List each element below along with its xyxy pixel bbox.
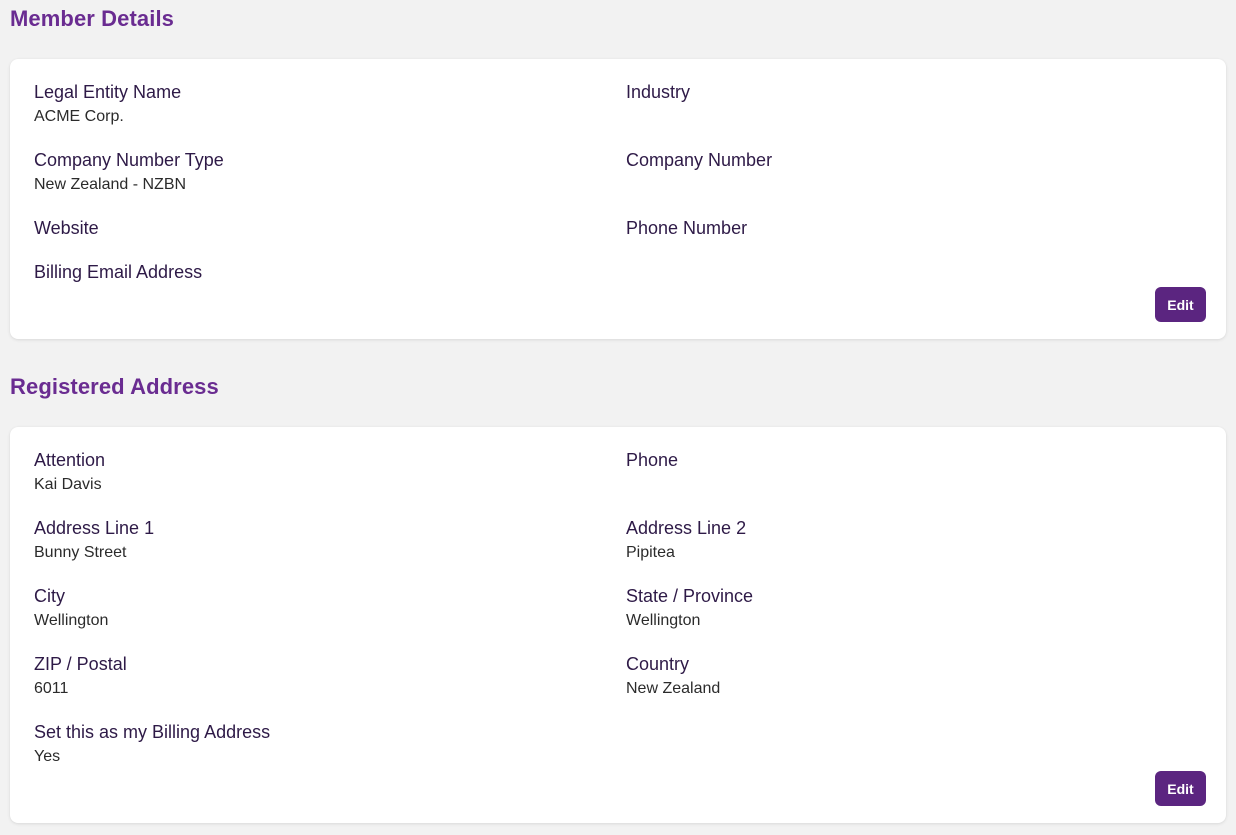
field-zip-postal: ZIP / Postal 6011 [34,653,127,699]
field-attention: Attention Kai Davis [34,449,105,495]
field-phone: Phone [626,449,678,475]
registered-address-heading: Registered Address [10,374,219,399]
member-details-heading: Member Details [10,6,175,31]
field-city: City Wellington [34,585,108,631]
field-phone-number: Phone Number [626,217,747,243]
field-value: Wellington [626,612,701,629]
field-label: Address Line 2 [626,518,747,538]
field-address-line-1: Address Line 1 Bunny Street [34,517,154,563]
field-value: Bunny Street [34,544,127,561]
field-label: Attention [34,450,106,470]
field-label: Legal Entity Name [34,82,182,102]
page: Member Details Legal Entity Name ACME Co… [0,0,1236,835]
field-legal-entity-name: Legal Entity Name ACME Corp. [34,81,181,127]
field-address-line-2: Address Line 2 Pipitea [626,517,746,563]
field-label: Billing Email Address [34,262,203,282]
field-website: Website [34,217,99,243]
registered-address-card: Attention Kai Davis Phone Address Line 1… [10,427,1226,823]
field-value: Wellington [34,612,109,629]
field-billing-email: Billing Email Address [34,261,202,287]
field-label: Phone Number [626,218,748,238]
field-label: Company Number Type [34,150,224,170]
field-label: Address Line 1 [34,518,155,538]
field-company-number: Company Number [626,149,772,175]
field-state-province: State / Province Wellington [626,585,753,631]
member-details-card: Legal Entity Name ACME Corp. Industry Co… [10,59,1226,339]
field-country: Country New Zealand [626,653,720,699]
field-label: Company Number [626,150,773,170]
field-value: ACME Corp. [34,108,124,125]
field-company-number-type: Company Number Type New Zealand - NZBN [34,149,224,195]
field-label: State / Province [626,586,754,606]
field-label: Phone [626,450,679,470]
field-label: Industry [626,82,691,102]
field-value: Pipitea [626,544,675,561]
field-industry: Industry [626,81,690,107]
edit-registered-address-button[interactable]: Edit [1155,771,1206,806]
field-label: City [34,586,65,606]
field-label: Country [626,654,690,674]
field-billing-address: Set this as my Billing Address Yes [34,721,270,767]
field-value: Yes [34,748,61,765]
field-value: New Zealand - NZBN [34,176,187,193]
field-value: New Zealand [626,680,721,697]
field-value: Kai Davis [34,476,102,493]
field-label: ZIP / Postal [34,654,127,674]
field-label: Website [34,218,99,238]
field-value: 6011 [34,680,69,697]
field-label: Set this as my Billing Address [34,722,271,742]
edit-member-details-button[interactable]: Edit [1155,287,1206,322]
